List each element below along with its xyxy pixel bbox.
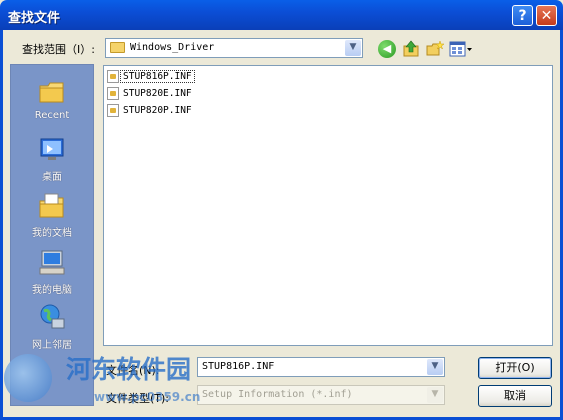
file-name-value: STUP816P.INF	[202, 361, 275, 372]
place-label: 我的电脑	[32, 285, 72, 296]
help-button[interactable]: ?	[512, 5, 533, 26]
inf-file-icon	[107, 87, 119, 100]
place-label: 桌面	[42, 172, 62, 183]
place-label: Recent	[34, 110, 70, 121]
watermark-url: www.pc0359.cn	[94, 390, 201, 404]
place-network[interactable]: 网上邻居	[11, 303, 93, 351]
look-in-value: Windows_Driver	[130, 42, 215, 53]
new-folder-icon[interactable]	[426, 40, 445, 58]
folder-icon	[110, 42, 125, 53]
back-icon[interactable]: ◀	[378, 40, 396, 58]
desktop-icon	[37, 135, 67, 165]
file-name: STUP820E.INF	[123, 88, 192, 99]
look-in-label: 查找范围（I）:	[22, 43, 95, 56]
views-menu-icon[interactable]	[449, 40, 473, 58]
window-title: 查找文件	[8, 11, 61, 26]
place-my-computer[interactable]: 我的电脑	[11, 248, 93, 296]
recent-folder-icon	[37, 77, 67, 107]
my-computer-icon	[37, 248, 67, 278]
title-bar[interactable]: 查找文件 ? ✕	[0, 0, 563, 30]
file-list[interactable]: STUP816P.INF STUP820E.INF STUP820P.INF	[103, 65, 553, 346]
watermark: 河东软件园 www.pc0359.cn	[2, 350, 202, 420]
file-type-select[interactable]: Setup Information (*.inf) ▼	[197, 385, 445, 405]
file-name-input[interactable]: STUP816P.INF ▼	[197, 357, 445, 377]
file-type-value: Setup Information (*.inf)	[202, 389, 353, 400]
look-in-dropdown-button[interactable]: ▼	[345, 40, 361, 56]
up-folder-icon[interactable]	[402, 40, 420, 58]
file-name: STUP820P.INF	[123, 105, 192, 116]
close-button[interactable]: ✕	[536, 5, 557, 26]
cancel-button[interactable]: 取消	[478, 385, 552, 407]
place-desktop[interactable]: 桌面	[11, 135, 93, 183]
place-label: 我的文档	[32, 228, 72, 239]
inf-file-icon	[107, 70, 119, 83]
place-label: 网上邻居	[32, 340, 72, 351]
open-button[interactable]: 打开(O)	[478, 357, 552, 379]
my-documents-icon	[37, 191, 67, 221]
place-my-documents[interactable]: 我的文档	[11, 191, 93, 239]
inf-file-icon	[107, 104, 119, 117]
file-type-dropdown-button[interactable]: ▼	[427, 387, 443, 403]
place-recent[interactable]: Recent	[11, 77, 93, 121]
file-name: STUP816P.INF	[120, 70, 195, 83]
file-name-dropdown-button[interactable]: ▼	[427, 359, 443, 375]
network-places-icon	[37, 303, 67, 333]
watermark-text: 河东软件园	[66, 355, 192, 384]
watermark-logo-icon	[4, 354, 52, 402]
look-in-combo[interactable]: Windows_Driver ▼	[105, 38, 363, 58]
